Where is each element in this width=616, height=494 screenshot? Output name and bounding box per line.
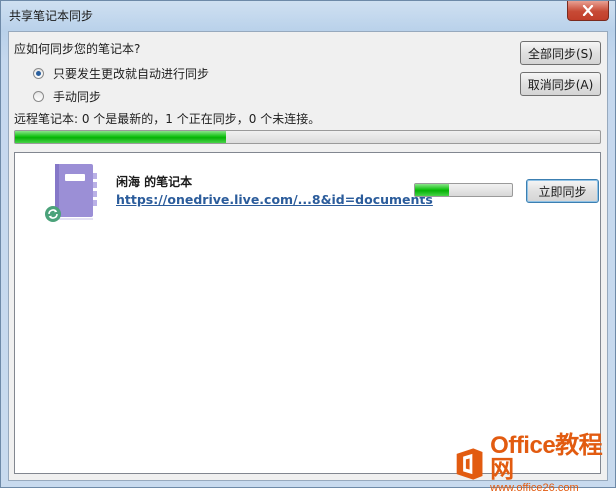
window-title: 共享笔记本同步 [9,9,94,23]
auto-sync-radio[interactable] [33,68,44,79]
close-icon [582,5,594,16]
dialog-client-area: 应如何同步您的笔记本? 只要发生更改就自动进行同步 手动同步 全部同步(S) 取… [8,31,608,481]
notebook-progress-fill [415,184,449,196]
sync-status-text: 远程笔记本: 0 个是最新的，1 个正在同步，0 个未连接。 [14,112,321,126]
notebook-url-link[interactable]: https://onedrive.live.com/...8&id=docume… [116,192,433,207]
auto-sync-option[interactable]: 只要发生更改就自动进行同步 [33,65,209,82]
title-bar[interactable]: 共享笔记本同步 [1,1,615,29]
manual-sync-label: 手动同步 [53,90,102,104]
sync-now-button[interactable]: 立即同步 [526,179,599,203]
manual-sync-option[interactable]: 手动同步 [33,88,101,105]
notebook-list[interactable]: 闲海 的笔记本 https://onedrive.live.com/...8&i… [14,152,601,474]
watermark-brand: Office教程网 [490,432,603,483]
manual-sync-radio[interactable] [33,91,44,102]
notebook-progress-bar [414,183,513,197]
sync-all-button[interactable]: 全部同步(S) [520,41,601,65]
overall-progress-bar [14,130,601,144]
overall-progress-fill [15,131,226,143]
sync-dialog-window: 共享笔记本同步 应如何同步您的笔记本? 只要发生更改就自动进行同步 手动同步 全… [0,0,616,494]
notebook-name: 闲海 的笔记本 [116,175,193,189]
cancel-sync-button[interactable]: 取消同步(A) [520,72,601,96]
auto-sync-label: 只要发生更改就自动进行同步 [53,67,210,81]
watermark: Office教程网 www.office26.com [453,434,615,494]
sync-icon [45,206,61,222]
office-logo-icon [456,448,483,480]
close-button[interactable] [567,1,609,21]
watermark-url: www.office26.com [490,482,579,494]
sync-question-label: 应如何同步您的笔记本? [14,42,141,56]
